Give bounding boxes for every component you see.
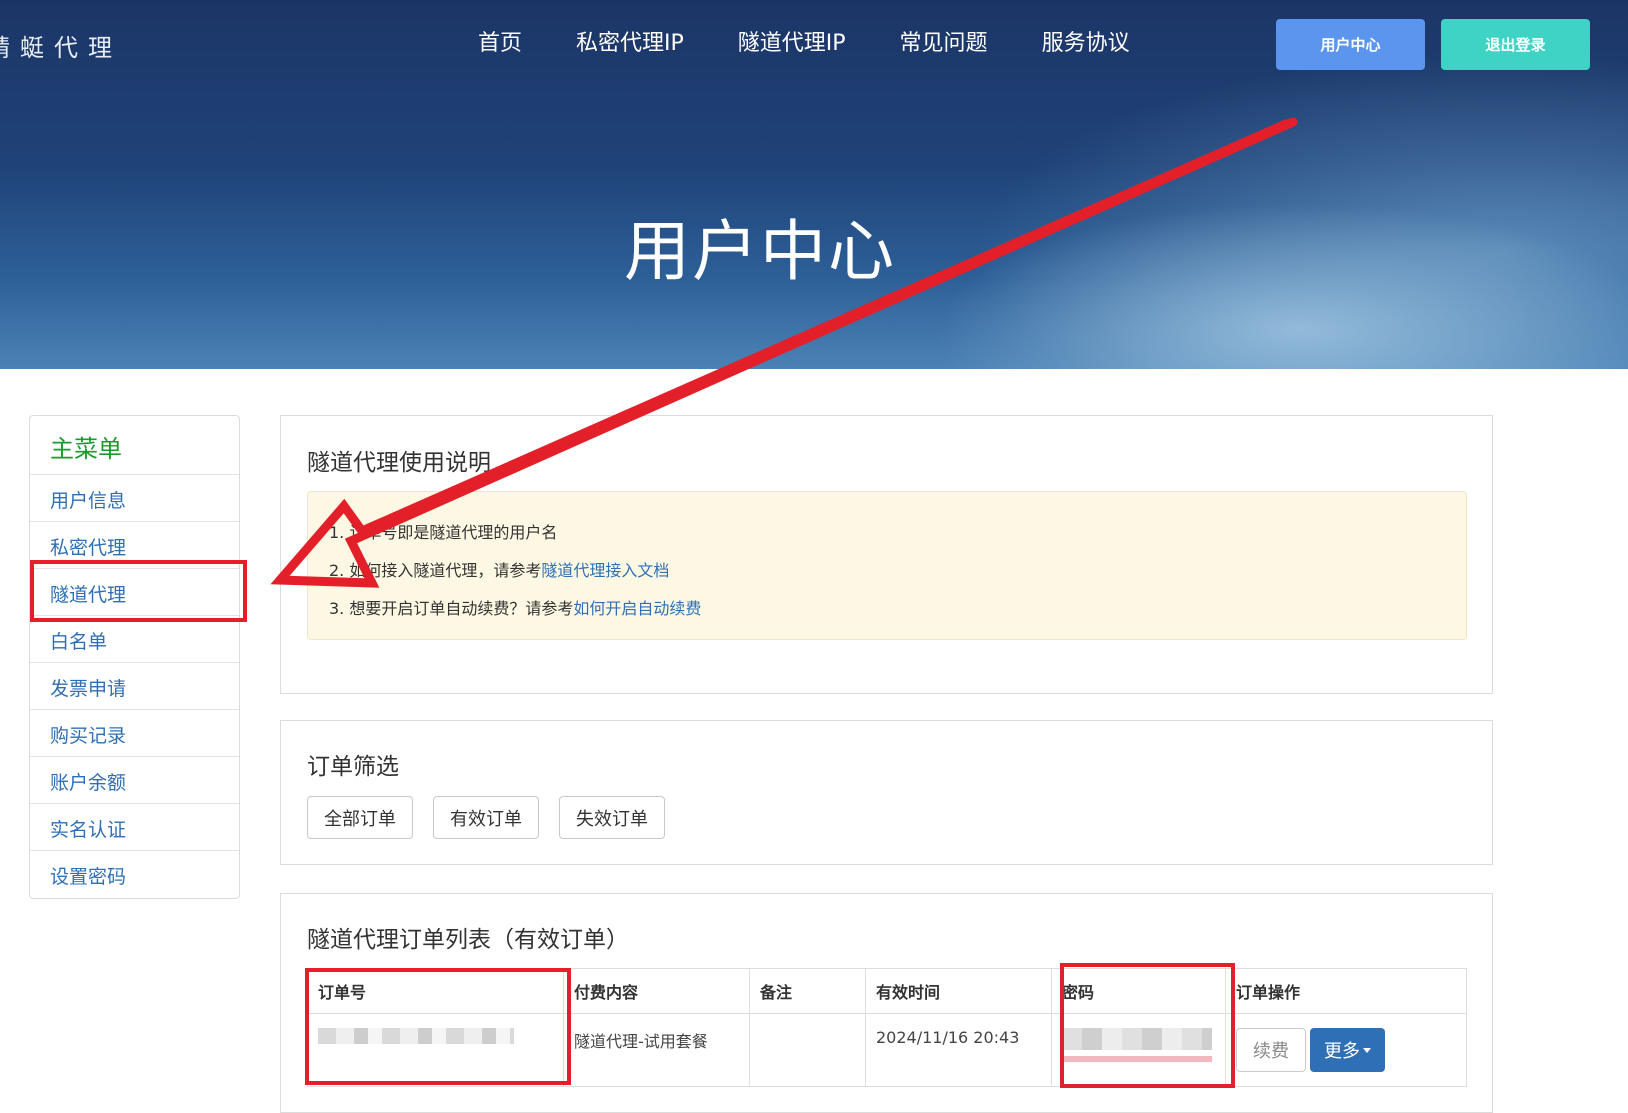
usage-line-1: 1. 订单号即是隧道代理的用户名 <box>329 523 558 542</box>
col-order-id: 订单号 <box>307 968 564 1014</box>
orders-table: 订单号 付费内容 备注 有效时间 密码 订单操作 隧道代理-试用套餐 2024/… <box>307 968 1467 1087</box>
actions-cell: 续费 更多 <box>1225 1013 1467 1087</box>
sidebar-item-purchases[interactable]: 购买记录 <box>30 710 239 757</box>
tunnel-docs-link[interactable]: 隧道代理接入文档 <box>541 561 669 580</box>
sidebar-item-balance[interactable]: 账户余额 <box>30 757 239 804</box>
col-content: 付费内容 <box>563 968 750 1014</box>
sidebar-item-user-info[interactable]: 用户信息 <box>30 475 239 522</box>
usage-line-2-text: 2. 如何接入隧道代理，请参考 <box>329 561 542 580</box>
sidebar-item-tunnel-proxy[interactable]: 隧道代理 <box>30 569 239 616</box>
sidebar-item-private-proxy[interactable]: 私密代理 <box>30 522 239 569</box>
nav-terms[interactable]: 服务协议 <box>1042 28 1130 60</box>
table-header-row: 订单号 付费内容 备注 有效时间 密码 订单操作 <box>307 968 1467 1014</box>
valid-time-cell: 2024/11/16 20:43 <box>865 1013 1052 1087</box>
hero-banner: 蜻蜓代理 首页 私密代理IP 隧道代理IP 常见问题 服务协议 用户中心 退出登… <box>0 0 1628 369</box>
usage-panel: 隧道代理使用说明 1. 订单号即是隧道代理的用户名 2. 如何接入隧道代理，请参… <box>280 415 1493 694</box>
renew-button[interactable]: 续费 <box>1236 1028 1306 1072</box>
sidebar-item-whitelist[interactable]: 白名单 <box>30 616 239 663</box>
orders-title: 隧道代理订单列表（有效订单） <box>307 927 629 953</box>
caret-down-icon <box>1363 1047 1371 1053</box>
password-redacted <box>1062 1028 1212 1050</box>
usage-title: 隧道代理使用说明 <box>307 450 491 476</box>
user-center-button[interactable]: 用户中心 <box>1276 19 1425 70</box>
nav-private-proxy[interactable]: 私密代理IP <box>576 28 684 60</box>
more-dropdown-button[interactable]: 更多 <box>1310 1028 1385 1072</box>
order-id-redacted <box>318 1028 514 1044</box>
filter-valid-button[interactable]: 有效订单 <box>433 796 539 839</box>
col-note: 备注 <box>749 968 866 1014</box>
password-cell <box>1051 1013 1226 1087</box>
auto-renew-link[interactable]: 如何开启自动续费 <box>573 599 701 618</box>
sidebar-heading: 主菜单 <box>30 416 239 475</box>
sidebar-menu: 主菜单 用户信息 私密代理 隧道代理 白名单 发票申请 购买记录 账户余额 实名… <box>29 415 240 899</box>
usage-line-3: 3. 想要开启订单自动续费？请参考如何开启自动续费 <box>329 590 1445 628</box>
sidebar-item-password[interactable]: 设置密码 <box>30 851 239 898</box>
sidebar-item-invoice[interactable]: 发票申请 <box>30 663 239 710</box>
col-actions: 订单操作 <box>1225 968 1467 1014</box>
filter-expired-button[interactable]: 失效订单 <box>559 796 665 839</box>
filter-buttons: 全部订单 有效订单 失效订单 <box>307 796 665 839</box>
nav-faq[interactable]: 常见问题 <box>900 28 988 60</box>
filter-panel: 订单筛选 全部订单 有效订单 失效订单 <box>280 720 1493 865</box>
more-button-label: 更多 <box>1324 1041 1360 1062</box>
page-title: 用户中心 <box>624 213 896 290</box>
filter-all-button[interactable]: 全部订单 <box>307 796 413 839</box>
site-logo[interactable]: 蜻蜓代理 <box>0 28 122 63</box>
usage-line-3-text: 3. 想要开启订单自动续费？请参考 <box>329 599 574 618</box>
order-id-cell <box>307 1013 564 1087</box>
orders-panel: 隧道代理订单列表（有效订单） 订单号 付费内容 备注 有效时间 密码 订单操作 … <box>280 893 1493 1113</box>
password-strength-bar <box>1062 1056 1212 1062</box>
top-nav: 首页 私密代理IP 隧道代理IP 常见问题 服务协议 <box>478 28 1184 60</box>
sidebar-item-verification[interactable]: 实名认证 <box>30 804 239 851</box>
nav-home[interactable]: 首页 <box>478 28 522 60</box>
note-cell <box>749 1013 866 1087</box>
col-password: 密码 <box>1051 968 1226 1014</box>
usage-line-2: 2. 如何接入隧道代理，请参考隧道代理接入文档 <box>329 552 1445 590</box>
content-cell: 隧道代理-试用套餐 <box>563 1013 750 1087</box>
col-valid-time: 有效时间 <box>865 968 1052 1014</box>
table-row: 隧道代理-试用套餐 2024/11/16 20:43 续费 更多 <box>307 1013 1467 1087</box>
filter-title: 订单筛选 <box>307 754 399 780</box>
nav-tunnel-proxy[interactable]: 隧道代理IP <box>738 28 846 60</box>
logout-button[interactable]: 退出登录 <box>1441 19 1590 70</box>
usage-notice: 1. 订单号即是隧道代理的用户名 2. 如何接入隧道代理，请参考隧道代理接入文档… <box>307 491 1467 640</box>
